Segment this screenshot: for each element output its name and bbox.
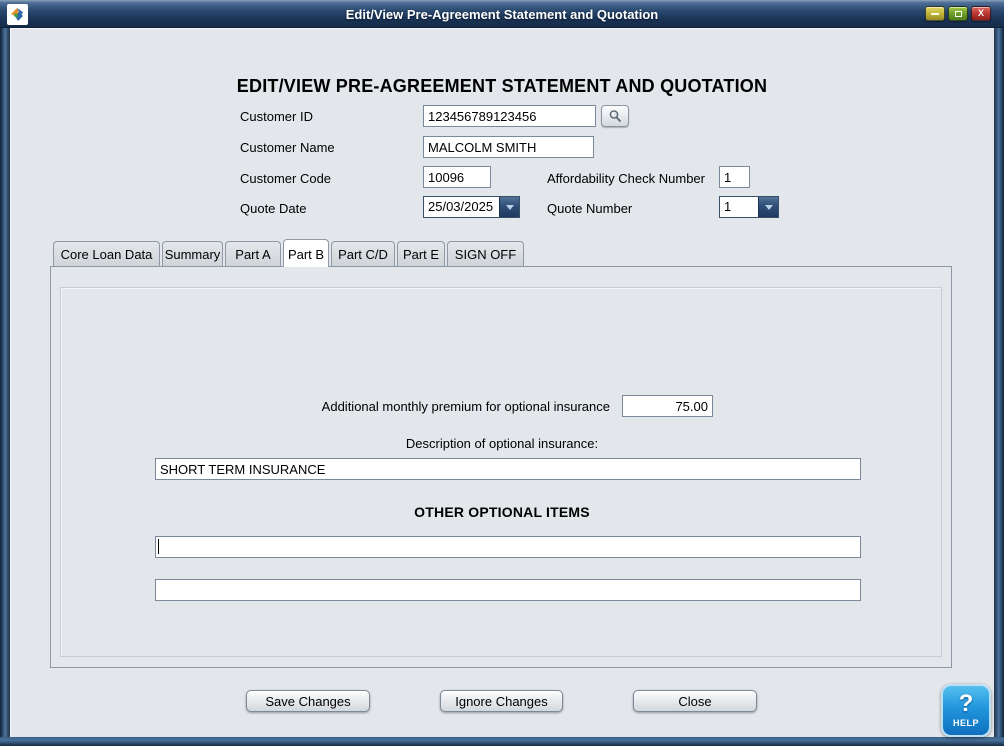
customer-name-input[interactable] bbox=[423, 136, 594, 158]
affordability-check-number-input[interactable] bbox=[719, 166, 750, 188]
maximize-button[interactable] bbox=[948, 6, 968, 21]
customer-name-label: Customer Name bbox=[240, 140, 335, 155]
quote-date-combobox[interactable]: 25/03/2025 bbox=[423, 196, 520, 218]
premium-input[interactable] bbox=[622, 395, 713, 417]
question-mark-icon: ? bbox=[959, 693, 974, 715]
window-border-right bbox=[994, 28, 1004, 746]
tab-part-b[interactable]: Part B bbox=[283, 239, 329, 267]
premium-label: Additional monthly premium for optional … bbox=[0, 399, 610, 414]
close-button[interactable]: X bbox=[971, 6, 991, 21]
close-icon: X bbox=[978, 9, 984, 18]
affordability-check-number-label: Affordability Check Number bbox=[547, 171, 705, 186]
tab-summary[interactable]: Summary bbox=[162, 241, 223, 266]
window-title: Edit/View Pre-Agreement Statement and Qu… bbox=[0, 0, 1004, 28]
tab-core-loan-data[interactable]: Core Loan Data bbox=[53, 241, 160, 266]
quote-number-dropdown-button[interactable] bbox=[758, 197, 778, 217]
help-button[interactable]: ? HELP bbox=[941, 684, 991, 737]
description-label: Description of optional insurance: bbox=[0, 436, 1004, 451]
window-border-bottom bbox=[0, 737, 1004, 746]
quote-date-value: 25/03/2025 bbox=[424, 197, 499, 217]
tab-part-c-d[interactable]: Part C/D bbox=[331, 241, 395, 266]
other-item-1-wrap bbox=[155, 536, 861, 558]
chevron-down-icon bbox=[506, 205, 514, 210]
titlebar: Edit/View Pre-Agreement Statement and Qu… bbox=[0, 0, 1004, 28]
ignore-changes-button[interactable]: Ignore Changes bbox=[440, 690, 563, 712]
minimize-button[interactable] bbox=[925, 6, 945, 21]
search-icon bbox=[608, 109, 622, 123]
quote-number-value: 1 bbox=[720, 197, 758, 217]
close-dialog-button[interactable]: Close bbox=[633, 690, 757, 712]
customer-id-input[interactable] bbox=[423, 105, 596, 127]
chevron-down-icon bbox=[765, 205, 773, 210]
help-label: HELP bbox=[953, 718, 979, 728]
window-border-left bbox=[0, 28, 10, 746]
application-window: Edit/View Pre-Agreement Statement and Qu… bbox=[0, 0, 1004, 746]
tab-part-e[interactable]: Part E bbox=[397, 241, 445, 266]
other-items-heading: OTHER OPTIONAL ITEMS bbox=[0, 504, 1004, 520]
quote-number-label: Quote Number bbox=[547, 201, 632, 216]
quote-date-dropdown-button[interactable] bbox=[499, 197, 519, 217]
minimize-icon bbox=[931, 13, 939, 15]
page-title: EDIT/VIEW PRE-AGREEMENT STATEMENT AND QU… bbox=[10, 76, 994, 97]
other-item-2-input[interactable] bbox=[155, 579, 861, 601]
tab-sign-off[interactable]: SIGN OFF bbox=[447, 241, 524, 266]
quote-number-combobox[interactable]: 1 bbox=[719, 196, 779, 218]
customer-code-input[interactable] bbox=[423, 166, 491, 188]
maximize-icon bbox=[955, 11, 962, 17]
other-item-1-input[interactable] bbox=[155, 536, 861, 558]
quote-date-label: Quote Date bbox=[240, 201, 307, 216]
customer-id-label: Customer ID bbox=[240, 109, 313, 124]
description-input[interactable] bbox=[155, 458, 861, 480]
text-cursor bbox=[158, 539, 159, 554]
customer-search-button[interactable] bbox=[601, 105, 629, 127]
customer-code-label: Customer Code bbox=[240, 171, 331, 186]
save-changes-button[interactable]: Save Changes bbox=[246, 690, 370, 712]
tab-part-a[interactable]: Part A bbox=[225, 241, 281, 266]
